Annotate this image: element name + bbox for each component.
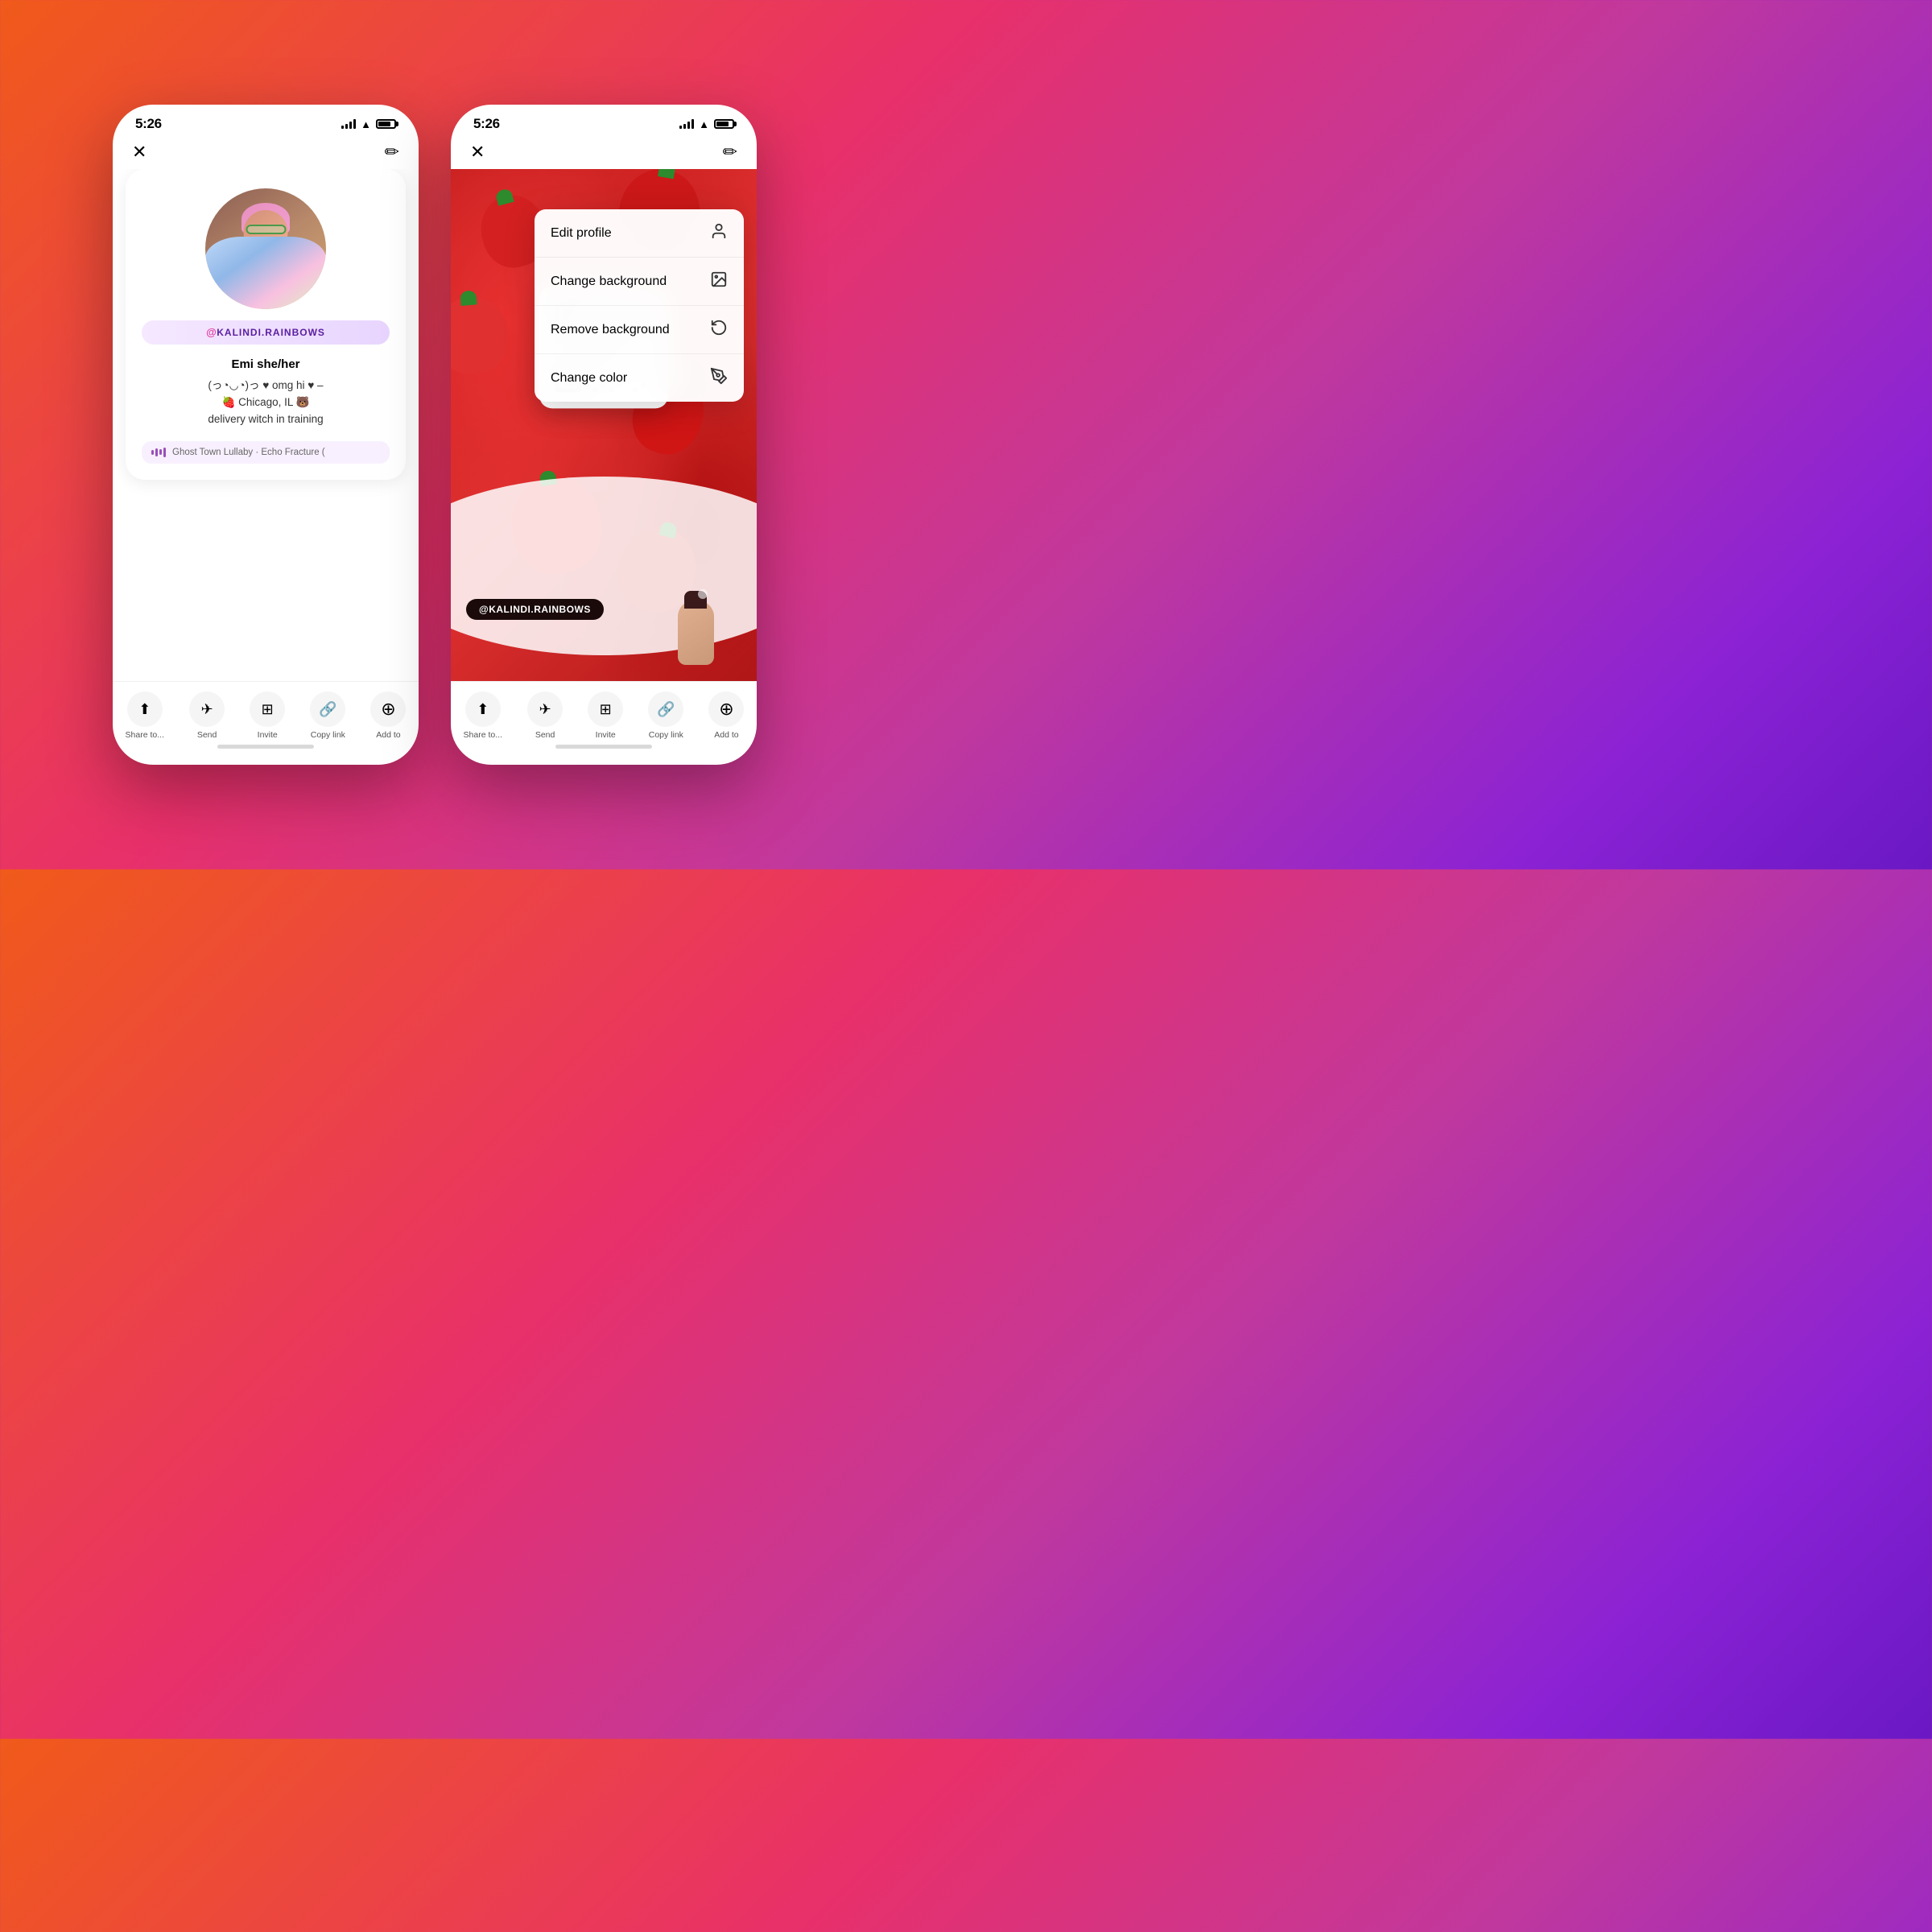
- dropdown-menu: Edit profile Change background: [535, 209, 744, 402]
- avatar: [205, 188, 326, 309]
- change-background-icon: [710, 270, 728, 292]
- menu-item-change-color[interactable]: Change color: [535, 354, 744, 402]
- send-button[interactable]: ✈ Send: [189, 691, 225, 740]
- nav-bar-1: ✕ ✏: [113, 138, 419, 169]
- change-color-icon: [710, 367, 728, 389]
- bottom-action-bar-2: ⬆ Share to... ✈ Send ⊞ Invite 🔗 Copy lin…: [451, 681, 757, 765]
- signal-icon-1: [341, 119, 356, 129]
- remove-background-icon: [710, 319, 728, 341]
- username-tag: @KALINDI.RAINBOWS: [142, 320, 390, 345]
- nav-bar-2: ✕ ✏: [451, 138, 757, 169]
- profile-card: @KALINDI.RAINBOWS Emi she/her (っ◔◡◔)っ ♥ …: [126, 169, 406, 480]
- status-time-1: 5:26: [135, 116, 162, 132]
- edit-profile-icon: [710, 222, 728, 244]
- menu-item-change-background[interactable]: Change background: [535, 258, 744, 306]
- share-button-2[interactable]: ⬆ Share to...: [464, 691, 502, 740]
- username-1: KALINDI.RAINBOWS: [217, 327, 325, 338]
- add-to-button-2[interactable]: ⊕ Add to: [708, 691, 744, 740]
- wifi-icon-2: ▲: [699, 118, 709, 130]
- invite-button-2[interactable]: ⊞ Invite: [588, 691, 623, 740]
- send-button-2[interactable]: ✈ Send: [527, 691, 563, 740]
- bottom-action-bar-1: ⬆ Share to... ✈ Send ⊞ Invite 🔗 Copy lin…: [113, 681, 419, 765]
- phone-2: 5:26 ▲ ✕ ✏: [451, 105, 757, 765]
- signal-icon-2: [679, 119, 694, 129]
- share-button[interactable]: ⬆ Share to...: [126, 691, 164, 740]
- close-button-1[interactable]: ✕: [132, 142, 147, 163]
- battery-icon-2: [714, 119, 734, 129]
- phone-1: 5:26 ▲ ✕ ✏: [113, 105, 419, 765]
- status-bar-2: 5:26 ▲: [451, 105, 757, 138]
- copy-link-button[interactable]: 🔗 Copy link: [310, 691, 345, 740]
- close-button-2[interactable]: ✕: [470, 142, 485, 163]
- invite-button[interactable]: ⊞ Invite: [250, 691, 285, 740]
- status-bar-1: 5:26 ▲: [113, 105, 419, 138]
- at-symbol: @: [206, 326, 217, 338]
- menu-item-edit-profile[interactable]: Edit profile: [535, 209, 744, 258]
- profile-name: Emi she/her: [142, 357, 390, 371]
- status-icons-1: ▲: [341, 118, 396, 130]
- profile-bio: (っ◔◡◔)っ ♥ omg hi ♥ – 🍓 Chicago, IL 🐻 del…: [142, 378, 390, 428]
- edit-button-1[interactable]: ✏: [385, 142, 399, 163]
- profile-content: @KALINDI.RAINBOWS Emi she/her (っ◔◡◔)っ ♥ …: [113, 169, 419, 681]
- home-indicator-1: [217, 745, 314, 749]
- status-time-2: 5:26: [473, 116, 500, 132]
- battery-icon-1: [376, 119, 396, 129]
- hand-area: [678, 601, 726, 681]
- home-indicator-2: [555, 745, 652, 749]
- status-icons-2: ▲: [679, 118, 734, 130]
- music-bar[interactable]: Ghost Town Lullaby · Echo Fracture (: [142, 441, 390, 464]
- phone2-main-content: @KALINDI.RAINBOWS Edit profile: [451, 169, 757, 681]
- edit-button-2[interactable]: ✏: [723, 142, 737, 163]
- music-waves-icon: [151, 448, 166, 457]
- copy-link-button-2[interactable]: 🔗 Copy link: [648, 691, 683, 740]
- wifi-icon-1: ▲: [361, 118, 371, 130]
- menu-item-remove-background[interactable]: Remove background: [535, 306, 744, 354]
- music-text: Ghost Town Lullaby · Echo Fracture (: [172, 448, 325, 457]
- photo-username-label: @KALINDI.RAINBOWS: [466, 599, 604, 620]
- add-to-button[interactable]: ⊕ Add to: [370, 691, 406, 740]
